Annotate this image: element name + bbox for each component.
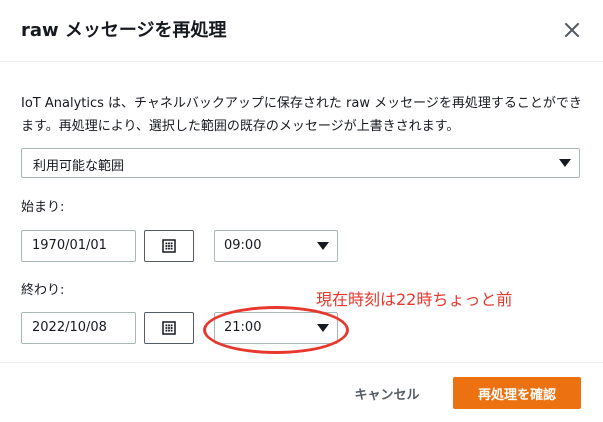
end-time-select[interactable]: 21:00 (214, 312, 338, 344)
confirm-reprocess-button[interactable]: 再処理を確認 (453, 377, 581, 409)
end-time-value: 21:00 (224, 320, 262, 335)
annotation-text: 現在時刻は22時ちょっと前 (316, 290, 513, 309)
end-date-value: 2022/10/08 (32, 320, 107, 335)
modal-description: IoT Analytics は、チャネルバックアップに保存された raw メッセ… (21, 96, 582, 134)
start-date-value: 1970/01/01 (32, 238, 107, 253)
start-time-select[interactable]: 09:00 (214, 230, 338, 262)
end-date-input[interactable]: 2022/10/08 (21, 312, 136, 344)
cancel-button[interactable]: キャンセル (341, 378, 433, 408)
range-select-value: 利用可能な範囲 (33, 159, 125, 174)
modal-header: raw メッセージを再処理 (0, 0, 603, 62)
calendar-icon (162, 321, 176, 335)
caret-down-icon (317, 324, 329, 332)
start-time-value: 09:00 (224, 238, 262, 253)
close-icon (565, 23, 579, 37)
end-label: 終わり: (21, 283, 65, 298)
start-calendar-button[interactable] (144, 230, 194, 262)
start-label: 始まり: (21, 200, 65, 215)
range-select[interactable]: 利用可能な範囲 (21, 148, 580, 178)
modal-title: raw メッセージを再処理 (21, 20, 227, 41)
caret-down-icon (559, 159, 571, 167)
calendar-icon (162, 239, 176, 253)
start-date-input[interactable]: 1970/01/01 (21, 230, 136, 262)
reprocess-modal: raw メッセージを再処理 IoT Analytics は、チャネルバックアップ… (0, 0, 603, 422)
caret-down-icon (317, 242, 329, 250)
close-button[interactable] (560, 18, 584, 42)
end-calendar-button[interactable] (144, 312, 194, 344)
